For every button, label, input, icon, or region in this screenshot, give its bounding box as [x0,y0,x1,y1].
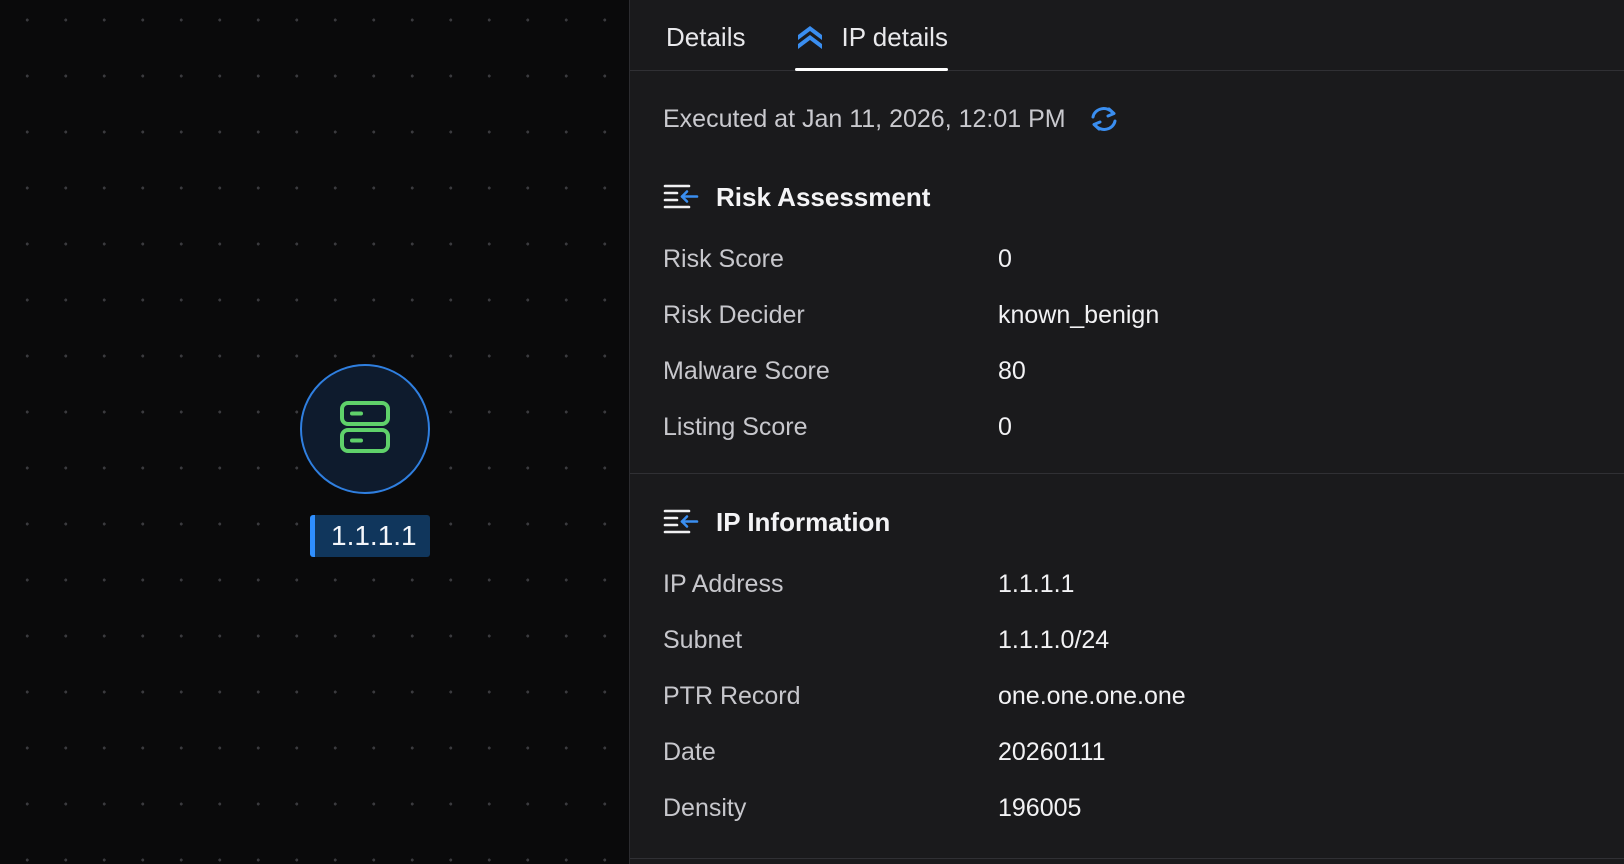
tab-details-label: Details [666,21,746,52]
graph-canvas[interactable]: 1.1.1.1 [0,0,629,864]
kv-value: 20260111 [998,737,1106,766]
kv-key: IP Address [663,569,784,598]
kv-key: Malware Score [663,356,830,385]
kv-row: PTR Record one.one.one.one [663,668,1624,724]
kv-value: 1.1.1.0/24 [998,625,1110,654]
executed-at-text: Executed at Jan 11, 2026, 12:01 PM [663,104,1066,133]
kv-value: 80 [998,356,1026,385]
ip-information-header[interactable]: IP Information [630,500,1624,544]
risk-assessment-title: Risk Assessment [716,181,931,212]
kv-key: Date [663,737,716,766]
risk-assessment-section: Risk Assessment Risk Score 0 Risk Decide… [630,175,1624,474]
kv-value: 196005 [998,793,1082,822]
ip-information-section: IP Information IP Address 1.1.1.1 Subnet… [630,474,1624,859]
list-arrow-icon [663,182,699,212]
kv-key: Risk Decider [663,300,805,329]
chevron-double-up-icon [795,23,825,51]
server-icon [339,400,391,459]
kv-key: Risk Score [663,244,784,273]
ip-node-label[interactable]: 1.1.1.1 [310,515,430,557]
kv-row: Density 196005 [663,780,1624,836]
kv-row: IP Address 1.1.1.1 [663,556,1624,612]
kv-key: Subnet [663,625,743,654]
tab-ip-details-label: IP details [841,21,948,52]
kv-key: Density [663,793,747,822]
tab-ip-details[interactable]: IP details [795,0,949,71]
tab-bar: Details IP details [630,0,1624,71]
kv-key: Listing Score [663,412,808,441]
kv-value: 0 [998,244,1012,273]
kv-row: Malware Score 80 [663,343,1624,399]
kv-row: Risk Score 0 [663,231,1624,287]
kv-value: known_benign [998,300,1160,329]
list-arrow-icon [663,507,699,537]
ip-information-title: IP Information [716,506,891,537]
ip-node[interactable] [300,364,430,494]
tab-details[interactable]: Details [666,0,745,70]
kv-row: Listing Score 0 [663,399,1624,455]
kv-row: Date 20260111 [663,724,1624,780]
kv-value: one.one.one.one [998,681,1186,710]
risk-assessment-header[interactable]: Risk Assessment [630,175,1624,219]
kv-value: 0 [998,412,1012,441]
kv-row: Subnet 1.1.1.0/24 [663,612,1624,668]
kv-value: 1.1.1.1 [998,569,1075,598]
kv-key: PTR Record [663,681,801,710]
kv-row: Risk Decider known_benign [663,287,1624,343]
refresh-icon [1091,107,1117,131]
executed-at-row: Executed at Jan 11, 2026, 12:01 PM [630,71,1624,175]
refresh-button[interactable] [1088,105,1120,133]
details-panel: Details IP details Executed at Jan 11, 2… [629,0,1624,864]
